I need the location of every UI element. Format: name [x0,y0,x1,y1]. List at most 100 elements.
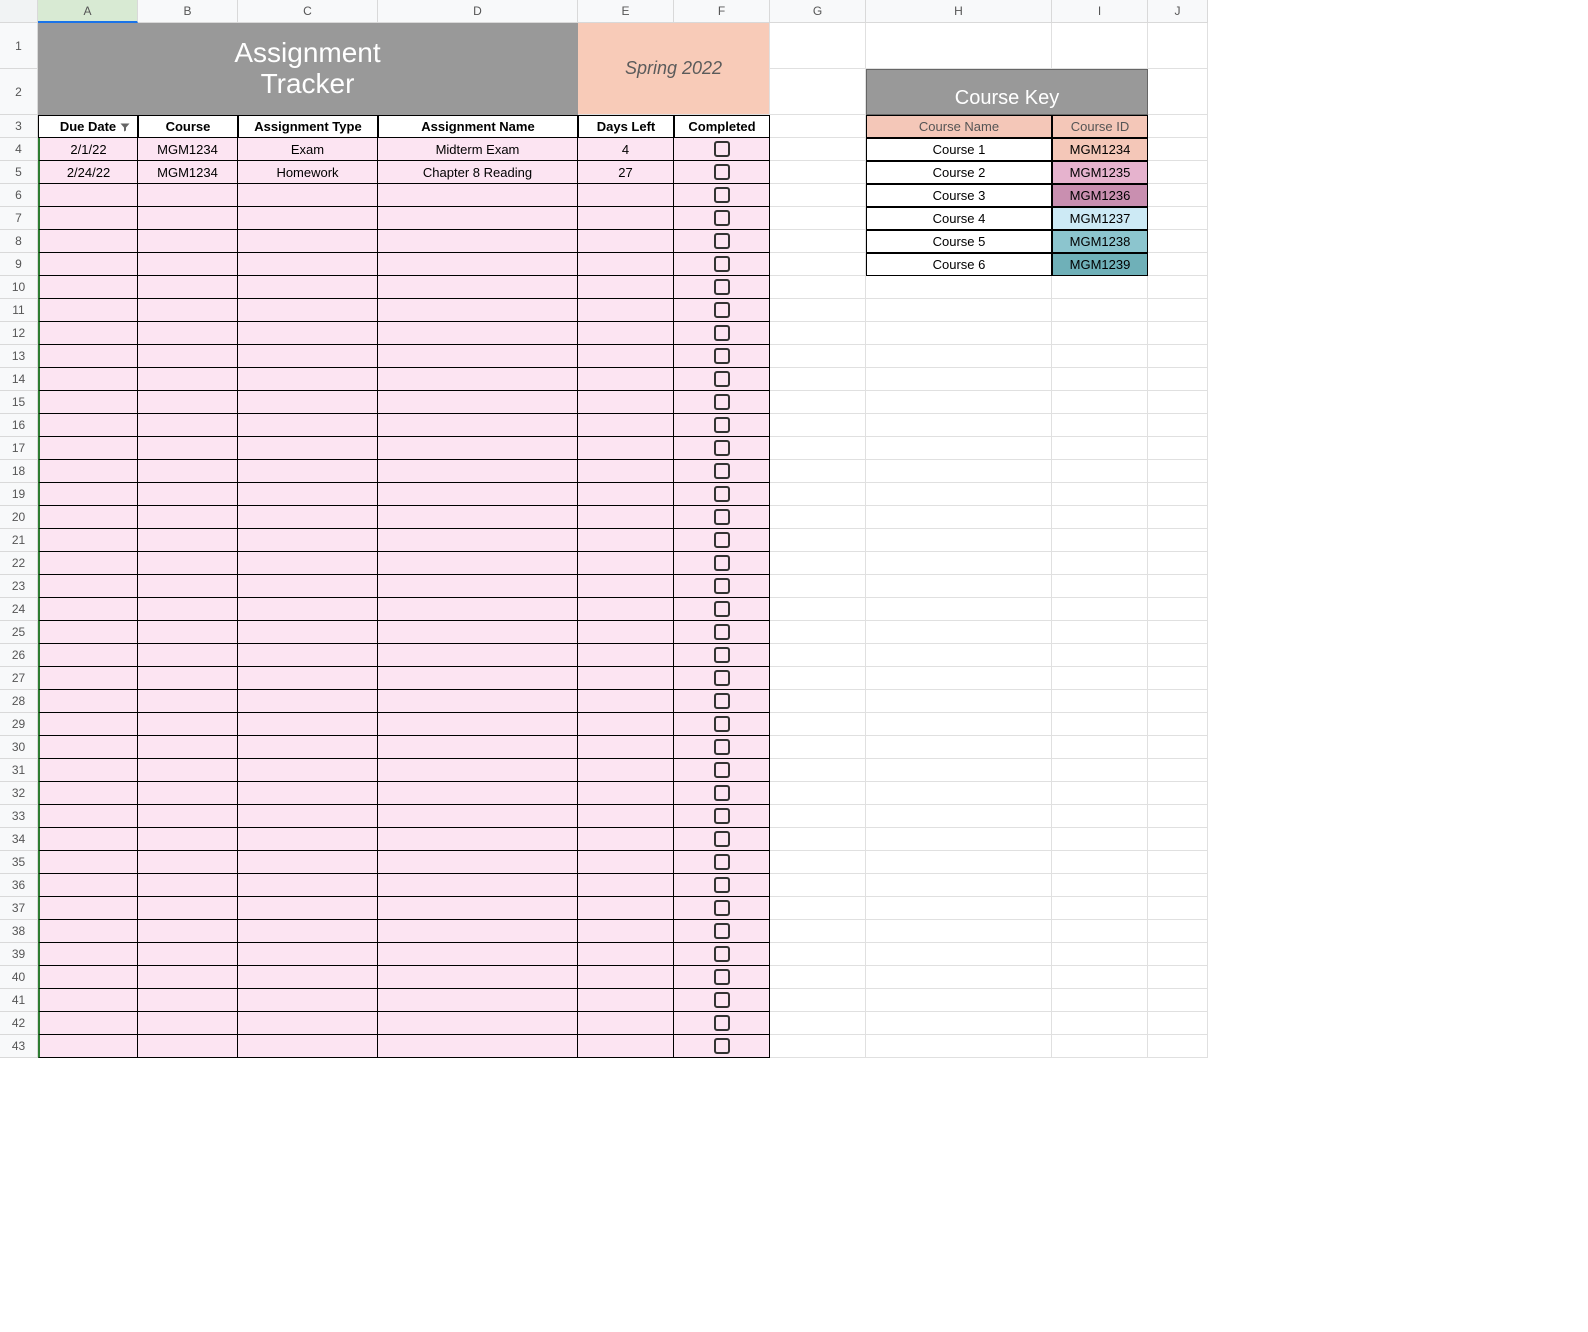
cell-days-31[interactable] [578,759,674,782]
cell-days-19[interactable] [578,483,674,506]
cell-days-37[interactable] [578,897,674,920]
cell-J23[interactable] [1148,575,1208,598]
spreadsheet-grid[interactable]: ABCDEFGHIJ1AssignmentTrackerSpring 20222… [0,0,1588,1058]
cell-course-35[interactable] [138,851,238,874]
cell-J24[interactable] [1148,598,1208,621]
checkbox-icon[interactable] [714,394,730,410]
cell-due-19[interactable] [38,483,138,506]
cell-J19[interactable] [1148,483,1208,506]
cell-completed-26[interactable] [674,644,770,667]
cell-name-20[interactable] [378,506,578,529]
cell-I19[interactable] [1052,483,1148,506]
cell-completed-36[interactable] [674,874,770,897]
cell-J15[interactable] [1148,391,1208,414]
cell-name-21[interactable] [378,529,578,552]
cell-type-33[interactable] [238,805,378,828]
cell-G43[interactable] [770,1035,866,1058]
row-header-19[interactable]: 19 [0,483,38,506]
row-header-3[interactable]: 3 [0,115,38,138]
cell-course-23[interactable] [138,575,238,598]
cell-I41[interactable] [1052,989,1148,1012]
cell-type-26[interactable] [238,644,378,667]
checkbox-icon[interactable] [714,187,730,203]
cell-completed-28[interactable] [674,690,770,713]
cell-J14[interactable] [1148,368,1208,391]
cell-name-17[interactable] [378,437,578,460]
cell-due-33[interactable] [38,805,138,828]
row-header-14[interactable]: 14 [0,368,38,391]
cell-days-22[interactable] [578,552,674,575]
cell-G39[interactable] [770,943,866,966]
col-header-F[interactable]: F [674,0,770,23]
cell-course-21[interactable] [138,529,238,552]
cell-H42[interactable] [866,1012,1052,1035]
row-header-41[interactable]: 41 [0,989,38,1012]
cell-type-21[interactable] [238,529,378,552]
col-header-C[interactable]: C [238,0,378,23]
cell-H14[interactable] [866,368,1052,391]
checkbox-icon[interactable] [714,601,730,617]
cell-days-6[interactable] [578,184,674,207]
cell-J39[interactable] [1148,943,1208,966]
checkbox-icon[interactable] [714,532,730,548]
cell-I26[interactable] [1052,644,1148,667]
cell-completed-43[interactable] [674,1035,770,1058]
cell-completed-37[interactable] [674,897,770,920]
checkbox-icon[interactable] [714,992,730,1008]
cell-H34[interactable] [866,828,1052,851]
col-header-H[interactable]: H [866,0,1052,23]
checkbox-icon[interactable] [714,877,730,893]
cell-due-40[interactable] [38,966,138,989]
cell-name-9[interactable] [378,253,578,276]
cell-G28[interactable] [770,690,866,713]
cell-name-13[interactable] [378,345,578,368]
cell-completed-15[interactable] [674,391,770,414]
cell-course-6[interactable] [138,184,238,207]
cell-J31[interactable] [1148,759,1208,782]
cell-days-8[interactable] [578,230,674,253]
cell-course-15[interactable] [138,391,238,414]
header-assignment-name[interactable]: Assignment Name [378,115,578,138]
cell-type-27[interactable] [238,667,378,690]
cell-type-7[interactable] [238,207,378,230]
cell-J37[interactable] [1148,897,1208,920]
cell-H43[interactable] [866,1035,1052,1058]
cell-type-4[interactable]: Exam [238,138,378,161]
cell-I27[interactable] [1052,667,1148,690]
cell-completed-27[interactable] [674,667,770,690]
cell-days-13[interactable] [578,345,674,368]
header-days-left[interactable]: Days Left [578,115,674,138]
cell-G31[interactable] [770,759,866,782]
checkbox-icon[interactable] [714,716,730,732]
cell-course-7[interactable] [138,207,238,230]
cell-G6[interactable] [770,184,866,207]
checkbox-icon[interactable] [714,233,730,249]
cell-type-15[interactable] [238,391,378,414]
cell-I18[interactable] [1052,460,1148,483]
cell-I24[interactable] [1052,598,1148,621]
cell-type-24[interactable] [238,598,378,621]
cell-days-43[interactable] [578,1035,674,1058]
cell-due-34[interactable] [38,828,138,851]
cell-course-8[interactable] [138,230,238,253]
cell-type-38[interactable] [238,920,378,943]
checkbox-icon[interactable] [714,164,730,180]
cell-name-26[interactable] [378,644,578,667]
cell-due-43[interactable] [38,1035,138,1058]
cell-I13[interactable] [1052,345,1148,368]
cell-H30[interactable] [866,736,1052,759]
cell-I30[interactable] [1052,736,1148,759]
row-header-27[interactable]: 27 [0,667,38,690]
row-header-7[interactable]: 7 [0,207,38,230]
cell-G20[interactable] [770,506,866,529]
cell-name-4[interactable]: Midterm Exam [378,138,578,161]
row-header-9[interactable]: 9 [0,253,38,276]
cell-G9[interactable] [770,253,866,276]
cell-G2[interactable] [770,69,866,115]
cell-course-11[interactable] [138,299,238,322]
cell-J38[interactable] [1148,920,1208,943]
cell-due-6[interactable] [38,184,138,207]
cell-name-19[interactable] [378,483,578,506]
cell-days-24[interactable] [578,598,674,621]
cell-G4[interactable] [770,138,866,161]
